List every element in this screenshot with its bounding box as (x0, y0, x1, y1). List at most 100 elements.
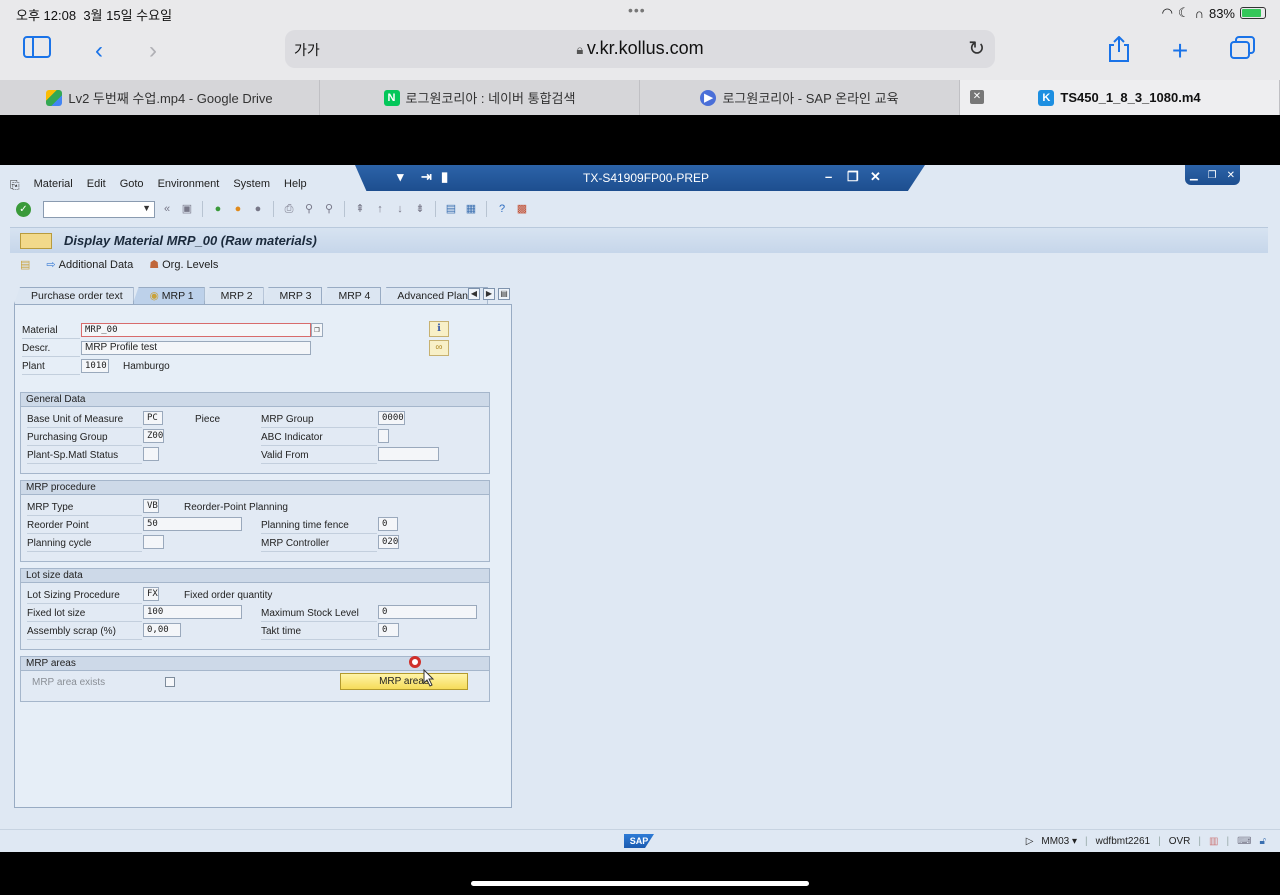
outer-minimize-icon[interactable]: ▁ (1190, 170, 1198, 181)
status-expand-icon[interactable]: ▷ (1026, 836, 1034, 847)
assembly-scrap-field[interactable]: 0,00 (143, 623, 181, 637)
copy-icon[interactable]: ❐ (311, 323, 323, 337)
org-levels-button[interactable]: ☗ Org. Levels (149, 258, 218, 271)
menu-help[interactable]: Help (284, 175, 307, 193)
forward-icon[interactable]: › (138, 36, 168, 66)
tab-purchase-order-text[interactable]: Purchase order text (14, 287, 134, 304)
mrp-areas-button[interactable]: MRP areas (340, 673, 468, 690)
takt-time-field[interactable]: 0 (378, 623, 399, 637)
transaction-code[interactable]: MM03 ▾ (1041, 836, 1077, 847)
description-field[interactable]: MRP Profile test (81, 341, 311, 355)
first-page-icon[interactable]: ⇞ (352, 201, 368, 217)
server-name: wdfbmt2261 (1095, 836, 1151, 847)
close-tab-icon[interactable]: ✕ (970, 90, 984, 104)
minimize-icon[interactable]: – (825, 169, 832, 184)
planning-cycle-field[interactable] (143, 535, 164, 549)
menu-goto[interactable]: Goto (120, 175, 144, 193)
tab-mrp-1[interactable]: ◉ MRP 1 (132, 287, 205, 304)
material-field[interactable]: MRP_00 (81, 323, 311, 337)
assembly-scrap-label: Assembly scrap (%) (27, 626, 116, 637)
info-icon[interactable]: ℹ (429, 321, 449, 337)
mrp-group-field[interactable]: 0000 (378, 411, 405, 425)
outer-restore-icon[interactable]: ❐ (1208, 170, 1217, 181)
signal-icon: ▮ (441, 169, 449, 184)
lot-sizing-procedure-field[interactable]: FX (143, 587, 159, 601)
tabs-overview-icon[interactable] (1228, 36, 1258, 66)
find-next-icon[interactable]: ⚲ (321, 201, 337, 217)
input-mode[interactable]: OVR (1169, 836, 1191, 847)
menu-edit[interactable]: Edit (87, 175, 106, 193)
find-icon[interactable]: ⚲ (301, 201, 317, 217)
cancel-icon[interactable]: ● (250, 201, 266, 217)
fixed-lot-size-field[interactable]: 100 (143, 605, 242, 619)
layout-menu-icon[interactable]: ▩ (514, 201, 530, 217)
back-icon[interactable]: ● (210, 201, 226, 217)
menu-environment[interactable]: Environment (158, 175, 220, 193)
pin-icon[interactable]: ⇥ (421, 169, 432, 185)
org-levels-icon: ☗ (149, 259, 160, 271)
base-uom-field[interactable]: PC (143, 411, 163, 425)
general-data-group: General Data Base Unit of Measure PC Pie… (20, 392, 490, 474)
outer-close-icon[interactable]: ✕ (1227, 170, 1235, 181)
exit-icon[interactable]: ● (230, 201, 246, 217)
abc-indicator-field[interactable] (378, 429, 389, 443)
tab-mrp-2[interactable]: MRP 2 (203, 287, 264, 304)
planning-time-fence-field[interactable]: 0 (378, 517, 398, 531)
safari-tab-video[interactable]: ✕ K TS450_1_8_3_1080.m4 (960, 80, 1280, 115)
shortcut-icon[interactable]: ▦ (463, 201, 479, 217)
lock-icon: 🔓︎ (1259, 836, 1266, 847)
command-field[interactable]: ▼ (43, 200, 155, 218)
mrp-area-exists-checkbox[interactable] (165, 677, 175, 687)
share-icon[interactable] (1104, 35, 1134, 66)
safari-tab-sap-course[interactable]: ▶ 로그원코리아 - SAP 온라인 교육 (640, 80, 960, 115)
home-indicator[interactable] (471, 881, 809, 886)
restore-icon[interactable]: ❐ (847, 169, 859, 185)
plant-status-field[interactable] (143, 447, 159, 461)
enter-icon[interactable]: ✓ (16, 201, 31, 217)
mrp-controller-field[interactable]: 020 (378, 535, 399, 549)
close-icon[interactable]: ✕ (870, 169, 881, 185)
new-tab-icon[interactable]: + (1165, 36, 1195, 66)
tab-scroll-right-icon[interactable]: ▶ (483, 288, 495, 300)
reorder-point-field[interactable]: 50 (143, 517, 242, 531)
back-icon[interactable]: ‹ (84, 36, 114, 66)
menu-system[interactable]: System (233, 175, 270, 193)
clipboard-icon[interactable]: ▤ (20, 258, 30, 271)
save-icon[interactable]: ▣ (179, 201, 195, 217)
multitask-dots-icon[interactable]: ••• (628, 2, 646, 18)
tab-list-icon[interactable]: ▤ (498, 288, 510, 300)
valid-from-field[interactable] (378, 447, 439, 461)
print-icon[interactable]: ⎙ (281, 201, 297, 217)
next-page-icon[interactable]: ↓ (392, 201, 408, 217)
headphones-icon: ∩ (1194, 5, 1204, 21)
customize-icon[interactable]: ▾ (397, 169, 404, 185)
sap-window: ▾ ⇥ ▮ TX-S41909FP00-PREP – ❐ ✕ ▁ ❐ ✕ ⎘ M… (0, 165, 1280, 852)
screen-title: Display Material MRP_00 (Raw materials) (64, 233, 317, 248)
help-icon[interactable]: ? (494, 201, 510, 217)
last-page-icon[interactable]: ⇟ (412, 201, 428, 217)
takt-time-label: Takt time (261, 626, 302, 637)
reload-icon[interactable]: ↻ (968, 36, 985, 61)
sidebar-icon[interactable] (22, 36, 52, 66)
tab-mrp-4[interactable]: MRP 4 (321, 287, 382, 304)
mrp-type-field[interactable]: VB (143, 499, 159, 513)
tab-scroll-left-icon[interactable]: ◀ (468, 288, 480, 300)
address-bar[interactable]: 가가 🔒︎ v.kr.kollus.com ↻ (285, 30, 995, 68)
safari-tab-google-drive[interactable]: Lv2 두번째 수업.mp4 - Google Drive (0, 80, 320, 115)
max-stock-level-field[interactable]: 0 (378, 605, 477, 619)
glasses-icon[interactable]: ∞ (429, 340, 449, 356)
menu-icon[interactable]: ⎘ (10, 175, 20, 193)
standard-toolbar: ✓ ▼ « ▣ ● ● ● ⎙ ⚲ ⚲ ⇞ ↑ ↓ ⇟ ▤ ▦ ? ▩ (16, 199, 530, 219)
purchasing-group-field[interactable]: Z00 (143, 429, 164, 443)
expand-icon[interactable]: « (159, 201, 175, 217)
additional-data-button[interactable]: ⇨ Additional Data (46, 258, 133, 271)
outer-window-controls: ▁ ❐ ✕ (1185, 165, 1240, 185)
previous-page-icon[interactable]: ↑ (372, 201, 388, 217)
plant-field[interactable]: 1010 (81, 359, 109, 373)
safari-tab-naver[interactable]: N 로그원코리아 : 네이버 통합검색 (320, 80, 640, 115)
chevron-down-icon[interactable]: ▼ (142, 203, 151, 213)
menu-material[interactable]: Material (34, 175, 73, 193)
new-session-icon[interactable]: ▤ (443, 201, 459, 217)
tab-mrp-3[interactable]: MRP 3 (262, 287, 323, 304)
lot-sizing-procedure-text: Fixed order quantity (184, 590, 273, 601)
